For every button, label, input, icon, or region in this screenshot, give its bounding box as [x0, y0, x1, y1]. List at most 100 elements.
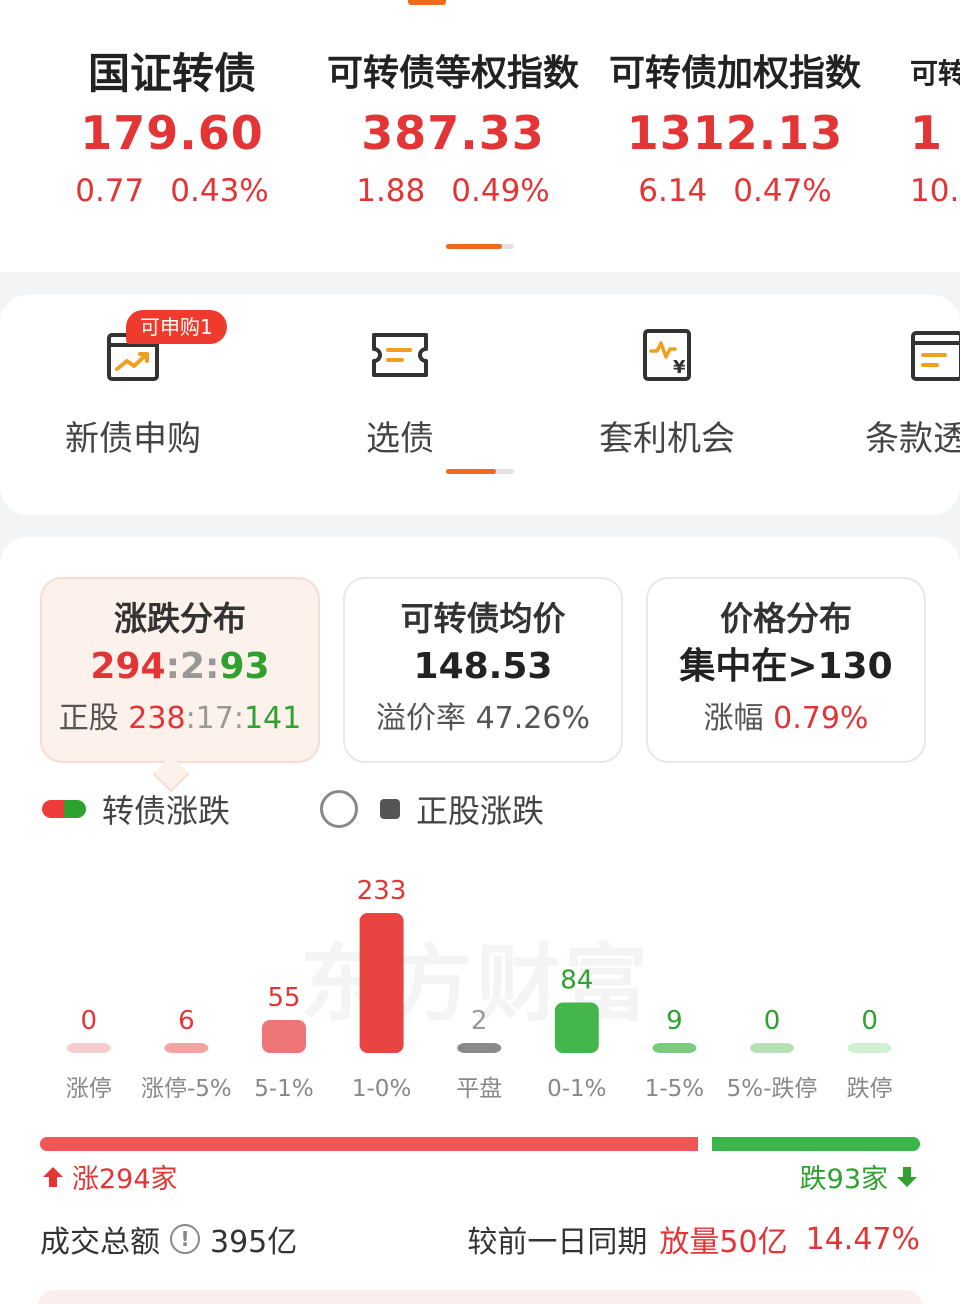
category-label: 5%-跌停 [727, 1076, 818, 1102]
stat-title: 可转债均价 [400, 599, 566, 638]
stock-legend-swatch [380, 799, 400, 819]
entry-arbitrage[interactable]: ¥ 套利机会 [557, 325, 777, 460]
premium-rate: 溢价率 47.26% [376, 701, 590, 736]
index-change: 10. [910, 173, 960, 209]
entry-scroll-thumb [446, 469, 496, 474]
index-value: 179.60 [80, 106, 264, 160]
legend-label: 转债涨跌 [102, 792, 231, 830]
index-name: 国证转债 [87, 49, 256, 98]
index-change: 1.88 0.49% [356, 173, 550, 209]
select-bond-icon [370, 325, 430, 385]
index-item-weighted[interactable]: 可转债加权指数 1312.13 6.14 0.47% [595, 48, 875, 216]
bar-3 [359, 913, 404, 1053]
index-value: 387.33 [361, 106, 545, 160]
category-label: 跌停 [847, 1076, 893, 1102]
category-label: 平盘 [456, 1076, 502, 1102]
bar-1 [164, 1043, 209, 1053]
arrow-down-icon [897, 1166, 917, 1187]
ratio-bar-down [711, 1137, 920, 1151]
bar-5 [554, 1002, 599, 1053]
arbitrage-icon: ¥ [637, 325, 697, 385]
bar-value-label: 0 [861, 1006, 878, 1036]
bar-value-label: 84 [560, 966, 593, 996]
price-change: 涨幅 0.79% [703, 701, 869, 736]
arrow-up-icon [43, 1166, 63, 1187]
category-label: 1-0% [352, 1076, 411, 1102]
entry-terms[interactable]: 条款透 [825, 325, 960, 460]
tab-price-distribution[interactable]: 价格分布 集中在>130 涨幅 0.79% [646, 577, 926, 763]
quick-entry-panel: 新债申购 可申购1 选债 ¥ 套利机会 条款透 [0, 295, 960, 515]
updown-ratio: 294:2:93 [90, 646, 270, 687]
index-name: 可转债加权指数 [608, 53, 861, 94]
updown-ratio-bar [40, 1137, 920, 1151]
stock-updown-ratio: 正股 238:17:141 [58, 701, 302, 736]
volume-change: 放量50亿 [659, 1225, 788, 1260]
ratio-bar-up [40, 1137, 698, 1151]
index-panel: 国证转债 179.60 0.77 0.43% 可转债等权指数 387.33 1.8… [0, 0, 960, 272]
ratio-labels: 涨294家 跌93家 [40, 1157, 920, 1197]
bar-value-label: 2 [471, 1006, 488, 1036]
bar-value-label: 0 [81, 1006, 98, 1036]
average-price-value: 148.53 [413, 646, 553, 687]
radio-unchecked-icon[interactable] [320, 790, 358, 828]
index-scroll-thumb [446, 244, 502, 249]
entry-scroll-indicator [446, 469, 514, 474]
legend-label: 正股涨跌 [416, 792, 545, 830]
entry-new-bond[interactable]: 新债申购 [23, 325, 243, 460]
chart-canvas: 0 涨停 6 涨停-5% 55 5-1% 233 1-0% 2 平盘 84 0-1% 9 1-5% 0 5%-… [66, 876, 893, 1102]
index-item-equal-weight[interactable]: 可转债等权指数 387.33 1.88 0.49% [313, 48, 593, 216]
index-change: 6.14 0.47% [638, 173, 832, 209]
entry-label: 条款透 [865, 419, 960, 459]
index-value: 1312.13 [626, 106, 844, 160]
up-count: 涨294家 [40, 1157, 178, 1196]
index-name: 可转 [910, 57, 960, 90]
index-item-partial[interactable]: 可转 1 10. [910, 48, 960, 216]
entry-select-bond[interactable]: 选债 [290, 325, 510, 460]
updown-bar-chart: 东方财富 0 涨停 6 涨停-5% 55 5-1% 233 1-0% 2 平盘 84 0-1% 9 1-5… [0, 857, 960, 1127]
bar-0 [66, 1043, 111, 1053]
top-tab-indicator [408, 0, 446, 5]
stat-title: 涨跌分布 [114, 599, 246, 638]
tab-updown-distribution[interactable]: 涨跌分布 294:2:93 正股 238:17:141 [40, 577, 320, 763]
volume-change-pct: 14.47% [805, 1221, 920, 1257]
svg-text:¥: ¥ [673, 357, 686, 378]
index-change: 0.77 0.43% [75, 173, 269, 209]
category-label: 涨停-5% [141, 1076, 232, 1102]
index-item-guozheng[interactable]: 国证转债 179.60 0.77 0.43% [32, 48, 312, 216]
turnover-row: 成交总额 395亿 较前一日同期 放量50亿 14.47% [40, 1217, 920, 1261]
category-label: 涨停 [66, 1076, 112, 1102]
turnover-value: 395亿 [210, 1225, 298, 1260]
category-label: 1-5% [645, 1076, 704, 1102]
bar-6 [652, 1043, 697, 1053]
legend-stock-updown[interactable]: 正股涨跌 [320, 787, 544, 831]
index-name: 可转债等权指数 [326, 53, 579, 94]
bar-value-label: 9 [666, 1006, 683, 1036]
bar-4 [457, 1043, 502, 1053]
entry-label: 新债申购 [65, 419, 201, 459]
entry-label: 套利机会 [599, 419, 735, 459]
bar-value-label: 233 [357, 876, 407, 906]
bar-7 [750, 1043, 794, 1053]
info-icon[interactable] [170, 1224, 200, 1254]
distribution-panel: 涨跌分布 294:2:93 正股 238:17:141 可转债均价 148.53… [0, 537, 960, 1304]
index-value: 1 [910, 106, 944, 160]
turnover-label: 成交总额 [40, 1225, 160, 1260]
down-count: 跌93家 [800, 1157, 920, 1196]
legend-bond-updown[interactable]: 转债涨跌 [42, 787, 230, 831]
next-section-edge [38, 1290, 922, 1304]
bar-value-label: 0 [764, 1006, 781, 1036]
bar-8 [847, 1043, 892, 1053]
bar-value-label: 55 [267, 983, 300, 1013]
terms-icon [907, 325, 960, 385]
category-label: 0-1% [547, 1076, 606, 1102]
tab-average-price[interactable]: 可转债均价 148.53 溢价率 47.26% [343, 577, 623, 763]
bar-2 [262, 1019, 306, 1053]
stat-title: 价格分布 [720, 599, 852, 638]
bar-value-label: 6 [178, 1006, 195, 1036]
subscribe-badge: 可申购1 [126, 310, 227, 344]
bond-legend-swatch [42, 800, 86, 818]
category-label: 5-1% [254, 1076, 313, 1102]
entry-label: 选债 [366, 419, 434, 459]
compare-label: 较前一日同期 [467, 1225, 648, 1260]
price-concentration: 集中在>130 [679, 646, 893, 687]
